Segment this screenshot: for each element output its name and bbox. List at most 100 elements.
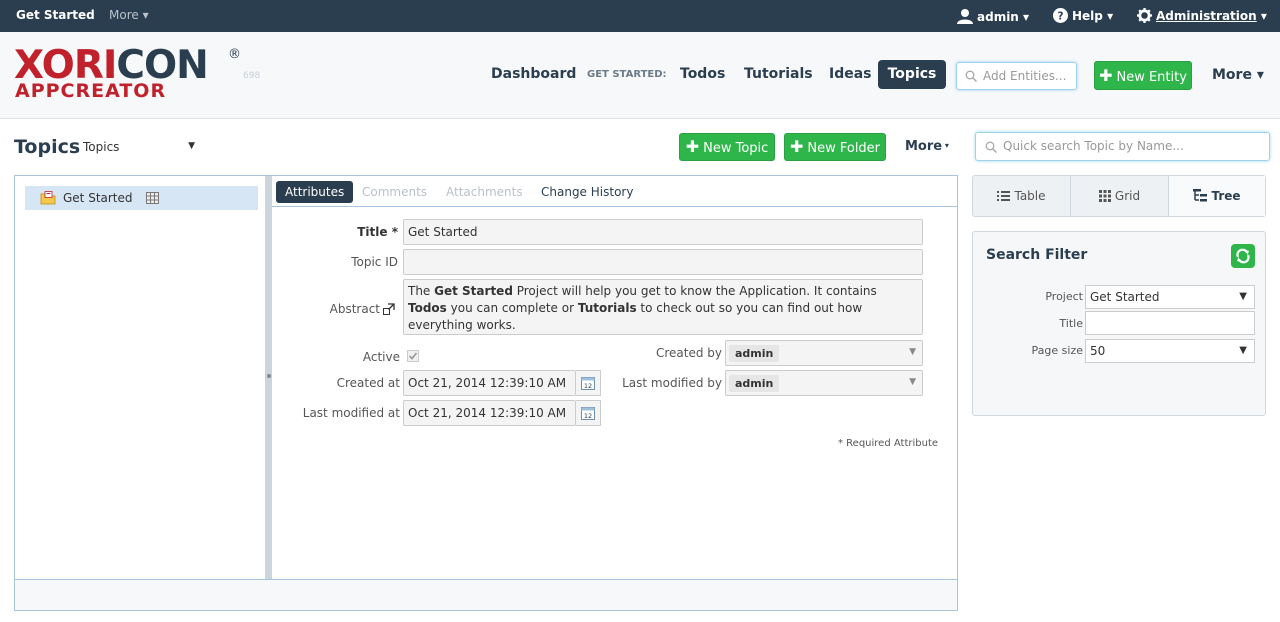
splitter-handle[interactable] <box>267 374 271 378</box>
top-bar: Get Started More ▾ admin ▾ ? Help ▾ Admin… <box>0 0 1280 32</box>
nav-topics[interactable]: Topics <box>878 60 946 89</box>
get-started-link[interactable]: Get Started <box>16 8 95 22</box>
search-icon <box>965 70 977 82</box>
last-modified-by-value: admin <box>729 375 780 392</box>
user-menu[interactable]: admin ▾ <box>957 8 1029 24</box>
add-entities-input[interactable]: Add Entities... <box>956 62 1077 90</box>
new-folder-button[interactable]: ✚ New Folder <box>784 133 886 161</box>
grid-view-icon[interactable] <box>146 192 159 204</box>
view-tree-label: Tree <box>1211 189 1241 203</box>
tree-pane: Get Started <box>15 176 265 579</box>
more-menu[interactable]: More ▾ <box>109 8 149 22</box>
search-icon <box>985 141 997 153</box>
help-menu[interactable]: ? Help ▾ <box>1053 8 1113 23</box>
tab-attachments[interactable]: Attachments <box>446 181 523 203</box>
view-table-label: Table <box>1014 189 1046 203</box>
new-entity-label: New Entity <box>1116 70 1187 85</box>
new-entity-button[interactable]: ✚ New Entity <box>1094 61 1192 90</box>
project-select[interactable]: Get Started ▼ <box>1085 285 1255 309</box>
title-filter-label: Title <box>1059 317 1083 330</box>
topics-view-selector[interactable]: Topics ▼ <box>83 140 195 154</box>
view-grid-label: Grid <box>1114 189 1141 203</box>
abstract-field[interactable]: The Get Started Project will help you ge… <box>403 279 923 335</box>
administration-menu[interactable]: Administration ▾ <box>1137 8 1267 23</box>
page-size-label: Page size <box>1031 344 1083 357</box>
project-value: Get Started <box>1090 290 1160 304</box>
dropdown-arrow-icon: ▼ <box>909 347 916 357</box>
calendar-icon: 12 <box>581 377 595 390</box>
topic-id-field[interactable] <box>403 249 923 275</box>
view-table-button[interactable]: Table <box>973 176 1071 216</box>
tree-item-label: Get Started <box>63 191 133 205</box>
new-folder-label: New Folder <box>807 141 881 156</box>
calendar-day: 12 <box>584 412 592 420</box>
pane-splitter[interactable] <box>265 176 272 579</box>
title-field[interactable]: Get Started <box>403 219 923 245</box>
version-label: 698 <box>243 71 261 81</box>
created-by-select[interactable]: admin ▼ <box>725 340 923 366</box>
tree-icon <box>1193 189 1208 202</box>
expand-icon[interactable] <box>383 303 395 315</box>
abstract-bold: Get Started <box>434 284 513 298</box>
nav-ideas[interactable]: Ideas <box>829 66 872 82</box>
required-attribute-note: * Required Attribute <box>838 438 939 449</box>
title-filter-input[interactable] <box>1085 311 1255 335</box>
administration-label: Administration <box>1156 9 1257 23</box>
created-at-calendar-button[interactable]: 12 <box>576 370 601 396</box>
header: XORICON APPCREATOR ® 698 Dashboard GET S… <box>0 32 1280 119</box>
last-modified-at-calendar-button[interactable]: 12 <box>576 400 601 426</box>
administration-caret: ▾ <box>1256 9 1267 23</box>
active-checkbox[interactable] <box>407 350 419 362</box>
refresh-icon <box>1236 248 1250 264</box>
last-modified-at-label: Last modified at <box>302 406 400 420</box>
active-label: Active <box>362 350 400 364</box>
search-filter-panel: Search Filter Project Get Started ▼ Title… <box>972 231 1266 416</box>
abstract-label: Abstract <box>329 302 380 316</box>
new-topic-label: New Topic <box>703 141 769 156</box>
detail-tabs: Attributes Comments Attachments Change H… <box>272 176 957 207</box>
header-more-menu[interactable]: More ▾ <box>1212 67 1264 83</box>
svg-text:?: ? <box>1058 11 1064 23</box>
dropdown-arrow-icon: ▼ <box>188 141 195 151</box>
new-topic-button[interactable]: ✚ New Topic <box>679 133 775 161</box>
nav-tutorials[interactable]: Tutorials <box>744 66 813 82</box>
plus-icon: ✚ <box>1099 66 1113 85</box>
calendar-day: 12 <box>584 382 592 390</box>
abstract-text: you can complete or <box>446 301 578 315</box>
refresh-button[interactable] <box>1231 244 1255 268</box>
abstract-text: Project will help you get to know the Ap… <box>512 284 877 298</box>
last-modified-by-select[interactable]: admin ▼ <box>725 370 923 396</box>
caret-icon: ▾ <box>942 141 949 150</box>
toolbar-more-menu[interactable]: More ▾ <box>905 139 949 154</box>
tab-change-history[interactable]: Change History <box>541 181 633 203</box>
dropdown-arrow-icon: ▼ <box>1239 345 1247 356</box>
topic-id-label: Topic ID <box>351 255 398 269</box>
user-menu-label: admin ▾ <box>977 10 1030 24</box>
nav-get-started-label: GET STARTED: <box>587 69 667 80</box>
tab-attributes[interactable]: Attributes <box>276 181 354 203</box>
page-title: Topics <box>14 136 81 158</box>
created-at-field[interactable]: Oct 21, 2014 12:39:10 AM <box>403 370 576 396</box>
list-icon <box>997 191 1011 201</box>
logo-registered-mark: ® <box>228 47 241 62</box>
toolbar-more-label: More <box>905 139 943 154</box>
view-grid-button[interactable]: Grid <box>1071 176 1169 216</box>
calendar-icon: 12 <box>581 407 595 420</box>
user-icon <box>957 9 973 24</box>
view-tree-button[interactable]: Tree <box>1169 176 1265 216</box>
tree-item-get-started[interactable]: Get Started <box>25 186 258 210</box>
title-label: Title * <box>357 225 398 239</box>
search-filter-title: Search Filter <box>986 247 1088 263</box>
tab-comments[interactable]: Comments <box>362 181 427 203</box>
dropdown-arrow-icon: ▼ <box>909 377 916 387</box>
plus-icon: ✚ <box>789 137 804 156</box>
last-modified-by-label: Last modified by <box>622 376 722 390</box>
abstract-bold: Todos <box>408 301 447 315</box>
quick-search-input[interactable]: Quick search Topic by Name... <box>975 132 1270 161</box>
abstract-text: The <box>408 284 435 298</box>
nav-dashboard[interactable]: Dashboard <box>491 66 576 82</box>
last-modified-at-field[interactable]: Oct 21, 2014 12:39:10 AM <box>403 400 576 426</box>
view-switcher: Table Grid Tree <box>972 175 1266 217</box>
page-size-select[interactable]: 50 ▼ <box>1085 339 1255 363</box>
nav-todos[interactable]: Todos <box>680 66 725 82</box>
